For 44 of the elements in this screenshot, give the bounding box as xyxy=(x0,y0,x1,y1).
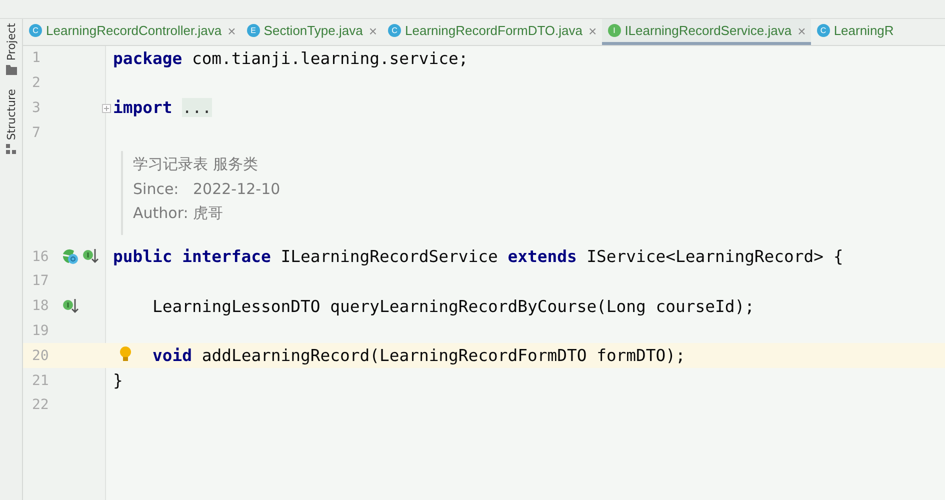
line-number: 7 xyxy=(31,124,42,141)
close-icon[interactable]: × xyxy=(588,22,597,38)
editor-tab[interactable]: C LearningRecordFormDTO.java × xyxy=(382,19,602,45)
line-number: 1 xyxy=(31,50,42,66)
editor-tab[interactable]: I ILearningRecordService.java × xyxy=(602,19,811,45)
editor-tab[interactable]: E SectionType.java × xyxy=(240,19,382,45)
implemented-method-icon[interactable] xyxy=(62,298,79,315)
line-number: 3 xyxy=(31,100,42,116)
doc-tag-value: 2022-12-10 xyxy=(193,180,280,198)
line-number: 2 xyxy=(31,75,42,92)
line-number: 21 xyxy=(31,372,50,389)
file-type-icon: I xyxy=(608,24,621,37)
file-type-icon: C xyxy=(29,24,42,37)
folder-icon xyxy=(6,64,16,75)
structure-icon xyxy=(6,144,16,154)
line-number: 22 xyxy=(31,397,50,414)
line-number: 18 xyxy=(31,298,50,314)
implemented-method-icon[interactable] xyxy=(82,248,99,266)
line-number: 20 xyxy=(31,348,50,364)
editor-tab[interactable]: C LearningR xyxy=(810,19,899,45)
close-icon[interactable]: × xyxy=(368,22,377,38)
code-line: LearningLessonDTO queryLearningRecordByCourse(Long courseId); xyxy=(152,296,754,316)
doc-tag-label: Since: xyxy=(133,180,180,198)
line-number: 19 xyxy=(31,322,50,339)
editor-tab[interactable]: C LearningRecordController.java × xyxy=(23,19,241,45)
code-line: void addLearningRecord(LearningRecordFormDTO formDTO); xyxy=(152,346,686,366)
implementations-gutter-icon[interactable] xyxy=(62,248,79,265)
doc-description: 学习记录表 服务类 xyxy=(133,155,258,174)
line-number: 16 xyxy=(31,248,50,265)
lightbulb-icon[interactable] xyxy=(119,346,132,362)
code-line: package com.tianji.learning.service; xyxy=(113,48,468,68)
line-number: 17 xyxy=(31,273,50,290)
code-line: } xyxy=(113,371,123,390)
file-type-icon: C xyxy=(816,24,830,37)
file-type-icon: C xyxy=(388,24,401,37)
close-icon[interactable]: × xyxy=(798,22,806,38)
doc-tag-label: Author: xyxy=(133,204,189,224)
file-type-icon: E xyxy=(246,24,260,37)
tool-window-button[interactable]: Project xyxy=(4,23,18,61)
code-line: import ... xyxy=(113,98,212,118)
close-icon[interactable]: × xyxy=(228,22,236,38)
doc-tag-value: 虎哥 xyxy=(193,204,223,224)
code-line: public interface ILearningRecordService extends IService<LearningRecord> { xyxy=(113,247,844,266)
tool-window-button[interactable]: Structure xyxy=(4,88,18,140)
